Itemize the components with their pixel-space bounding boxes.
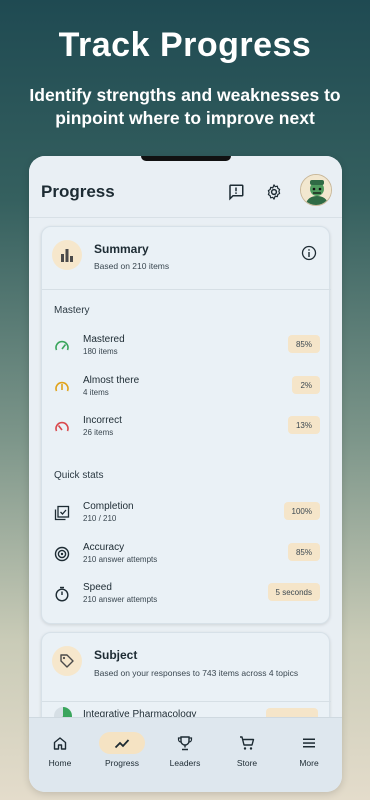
app-header: Progress xyxy=(29,156,342,218)
value-badge: 2% xyxy=(292,376,320,394)
home-icon xyxy=(37,732,83,754)
nav-label: Home xyxy=(48,758,72,768)
row-sub: 210 / 210 xyxy=(83,514,117,523)
nav-progress[interactable]: Progress xyxy=(91,718,153,792)
mastery-heading: Mastery xyxy=(54,305,90,316)
value-badge: 100% xyxy=(283,502,320,520)
gauge-low-icon xyxy=(54,419,70,435)
row-label: Accuracy xyxy=(83,542,125,553)
value-badge: 5 seconds xyxy=(267,583,320,601)
cart-icon xyxy=(224,732,270,754)
nav-more[interactable]: More xyxy=(278,718,340,792)
feedback-icon[interactable] xyxy=(225,181,247,203)
camera-notch xyxy=(141,156,231,161)
subject-subtitle: Based on your responses to 743 items acr… xyxy=(94,668,299,678)
menu-icon xyxy=(286,732,332,754)
checklist-icon xyxy=(54,505,70,521)
row-sub: 210 answer attempts xyxy=(83,595,158,604)
gauge-high-icon xyxy=(54,338,70,354)
row-label: Incorrect xyxy=(83,415,122,426)
nav-leaders[interactable]: Leaders xyxy=(154,718,216,792)
hero-title: Track Progress xyxy=(58,26,312,64)
page-title: Progress xyxy=(41,182,115,201)
nav-label: Store xyxy=(236,758,258,768)
quick-stats-heading: Quick stats xyxy=(54,470,104,481)
row-label: Almost there xyxy=(83,375,140,386)
stat-row-speed: Speed 210 answer attempts 5 seconds xyxy=(42,580,331,610)
row-label: Mastered xyxy=(83,334,125,345)
row-sub: 4 items xyxy=(83,388,109,397)
row-label: Speed xyxy=(83,582,112,593)
tag-icon xyxy=(52,646,82,676)
nav-label: Progress xyxy=(104,758,139,768)
progress-scroll-area[interactable]: Summary Based on 210 items Mastery Maste… xyxy=(29,218,342,717)
row-label: Completion xyxy=(83,501,134,512)
topic-label[interactable]: Integrative Pharmacology xyxy=(83,709,196,717)
info-icon[interactable] xyxy=(301,245,317,261)
mastery-row-incorrect: Incorrect 26 items 13% xyxy=(42,413,331,443)
mastery-row-almost: Almost there 4 items 2% xyxy=(42,373,331,403)
gauge-mid-icon xyxy=(54,379,70,395)
timer-icon xyxy=(54,586,70,602)
gear-icon[interactable] xyxy=(263,181,285,203)
trophy-icon xyxy=(162,732,208,754)
row-sub: 210 answer attempts xyxy=(83,555,158,564)
value-badge: 85% xyxy=(287,335,320,353)
value-badge: 85% xyxy=(287,543,320,561)
mastery-row-mastered: Mastered 180 items 85% xyxy=(42,332,331,362)
nav-label: Leaders xyxy=(169,758,201,768)
summary-card: Summary Based on 210 items Mastery Maste… xyxy=(41,226,331,624)
avatar[interactable] xyxy=(300,174,332,206)
summary-subtitle: Based on 210 items xyxy=(94,261,170,271)
stat-row-accuracy: Accuracy 210 answer attempts 85% xyxy=(42,540,331,570)
row-sub: 180 items xyxy=(83,347,118,356)
summary-title: Summary xyxy=(94,242,149,256)
value-badge: 13% xyxy=(287,416,320,434)
target-icon xyxy=(54,546,70,562)
nav-home[interactable]: Home xyxy=(29,718,91,792)
bar-chart-icon xyxy=(52,240,82,270)
value-badge xyxy=(266,708,318,717)
divider xyxy=(42,701,331,702)
row-sub: 26 items xyxy=(83,428,114,437)
divider xyxy=(42,289,331,290)
subject-card: Subject Based on your responses to 743 i… xyxy=(41,632,331,717)
subject-title: Subject xyxy=(94,648,138,662)
phone-screen: Progress Summary Based on 210 items Mast… xyxy=(29,156,342,792)
nav-store[interactable]: Store xyxy=(216,718,278,792)
hero-subtitle: Identify strengths and weaknesses to pin… xyxy=(29,85,341,128)
bottom-navigation: Home Progress Leaders Store More xyxy=(29,717,342,792)
stat-row-completion: Completion 210 / 210 100% xyxy=(42,499,331,529)
trend-icon xyxy=(99,732,145,754)
nav-label: More xyxy=(299,758,319,768)
topic-progress-ring xyxy=(54,707,72,717)
